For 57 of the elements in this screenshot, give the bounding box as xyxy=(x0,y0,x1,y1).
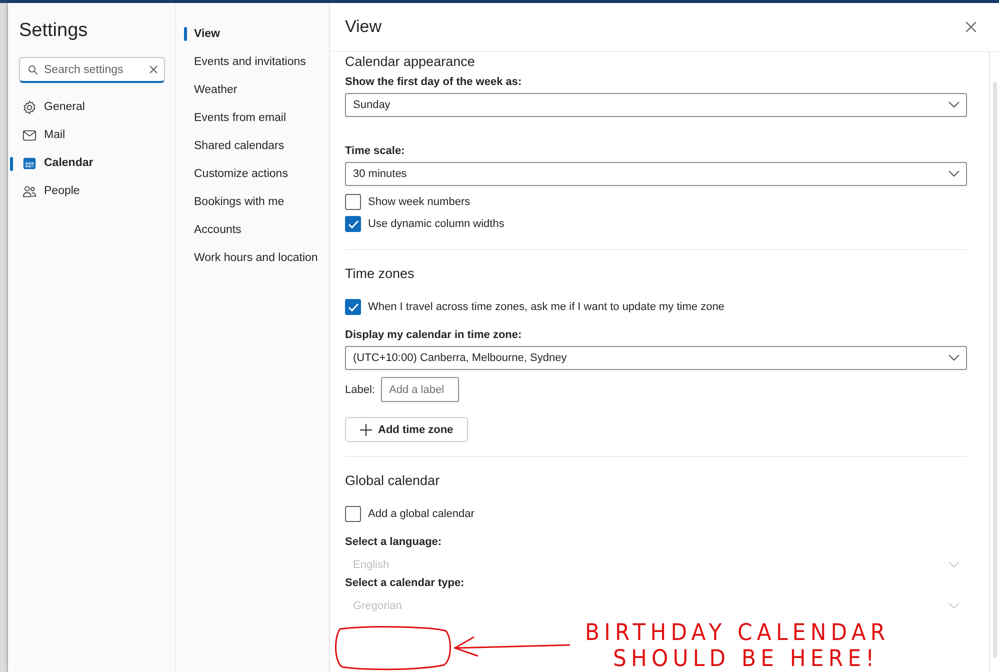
subnav-item[interactable]: Accounts xyxy=(184,216,244,244)
settings-title: Settings xyxy=(19,20,89,43)
panel-title: View xyxy=(345,17,382,37)
scrollbar[interactable] xyxy=(989,52,999,672)
chevron-down-icon xyxy=(948,561,960,569)
chevron-down-icon xyxy=(948,602,960,610)
checkbox-option[interactable]: When I travel across time zones, ask me if I want to update my time zone xyxy=(345,296,967,318)
mail-icon xyxy=(22,128,37,142)
checkbox-option[interactable]: Use dynamic column widths xyxy=(345,213,967,235)
calendar-icon xyxy=(22,156,37,170)
settings-icon xyxy=(22,100,37,114)
subnav-item[interactable]: View xyxy=(184,20,222,48)
dropdown[interactable]: Sunday xyxy=(345,93,967,117)
dropdown[interactable]: (UTC+10:00) Canberra, Melbourne, Sydney xyxy=(345,346,967,370)
subnav-item[interactable]: Events and invitations xyxy=(184,48,308,76)
subnav-item[interactable]: Weather xyxy=(184,76,240,104)
checkbox[interactable] xyxy=(345,299,361,315)
handwritten-note: SHOULD BE HERE! xyxy=(613,646,879,672)
field-label: Display my calendar in time zone: xyxy=(345,329,523,341)
subnav-item[interactable]: Customize actions xyxy=(184,160,290,188)
search-field[interactable]: Search settings xyxy=(19,57,165,83)
nav-item[interactable]: Calendar xyxy=(10,149,96,177)
checkbox-option[interactable]: Add a global calendar xyxy=(345,503,967,525)
dropdown[interactable]: 30 minutes xyxy=(345,162,967,186)
checkbox[interactable] xyxy=(345,506,361,522)
add-time-zone-button[interactable]: Add time zone xyxy=(345,417,468,442)
section-heading: Time zones xyxy=(345,265,416,283)
chevron-down-icon xyxy=(948,354,960,362)
plus-icon xyxy=(360,424,372,436)
checkmark-icon xyxy=(348,302,358,312)
field-label: Show the first day of the week as: xyxy=(345,76,523,88)
label-input[interactable]: Add a label xyxy=(380,377,459,402)
nav-item[interactable]: People xyxy=(10,177,82,205)
subnav-item[interactable]: Bookings with me xyxy=(184,188,286,216)
close-icon xyxy=(965,21,977,33)
clear-icon[interactable] xyxy=(149,65,158,74)
search-icon xyxy=(28,64,38,74)
nav-item[interactable]: General xyxy=(10,93,87,121)
chevron-down-icon xyxy=(948,101,960,109)
section-heading: Calendar appearance xyxy=(345,53,476,71)
nav-item[interactable]: Mail xyxy=(10,121,68,149)
subnav-item[interactable]: Events from email xyxy=(184,104,288,132)
subnav-item[interactable]: Work hours and location xyxy=(184,244,320,272)
field-label: Time scale: xyxy=(345,145,406,157)
close-button[interactable] xyxy=(963,19,979,35)
subnav-item[interactable]: Shared calendars xyxy=(184,132,286,160)
checkbox-option[interactable]: Show week numbers xyxy=(345,191,967,213)
handwritten-note: BIRTHDAY CALENDAR xyxy=(585,620,890,646)
field-label: Select a language: xyxy=(345,536,443,548)
section-heading: Global calendar xyxy=(345,472,441,490)
field-label: Label: xyxy=(345,384,375,396)
people-icon xyxy=(22,184,37,198)
field-label: Select a calendar type: xyxy=(345,577,466,589)
checkmark-icon xyxy=(348,220,358,228)
checkbox[interactable] xyxy=(345,216,361,232)
chevron-down-icon xyxy=(948,170,960,178)
checkbox[interactable] xyxy=(345,194,361,210)
